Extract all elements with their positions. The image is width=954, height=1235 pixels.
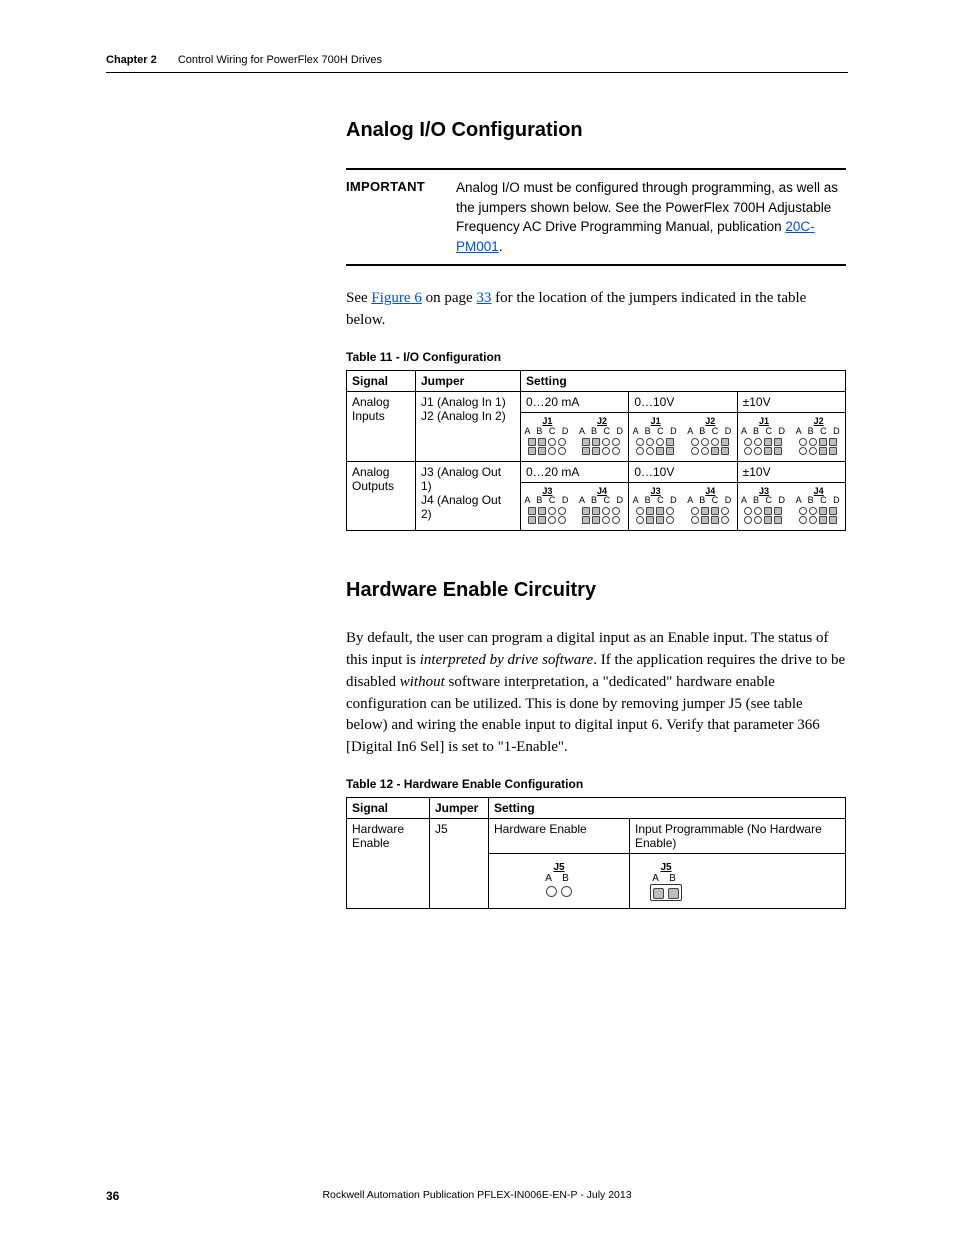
see-figure-paragraph: See Figure 6 on page 33 for the location… [346,288,846,332]
setting-pm10v-out: ±10V [737,461,845,482]
running-header: Chapter 2 Control Wiring for PowerFlex 7… [106,54,848,73]
important-text-post: . [499,239,503,254]
link-figure-6[interactable]: Figure 6 [371,290,421,306]
section-label: Control Wiring for PowerFlex 700H Drives [178,54,382,66]
heading-analog-io: Analog I/O Configuration [346,119,846,142]
table-io-configuration: Signal Jumper Setting Analog Inputs J1 (… [346,370,846,532]
jletters: A B C D [579,496,625,506]
diagram-out-pm10v: J3A B C D J4A B C D [737,482,845,531]
cell-hw-opt1: Hardware Enable [489,818,630,853]
jletters: A B C D [633,496,679,506]
setting-0-10v-out: 0…10V [629,461,737,482]
diagram-j5-removed: J5 A B [489,853,630,908]
input-jumpers-text: J1 (Analog In 1) J2 (Analog In 2) [421,395,506,423]
diagram-in-0-20ma: J1A B C D J2A B C D [521,412,629,461]
publication-line: Rockwell Automation Publication PFLEX-IN… [0,1189,954,1201]
th-setting-hw: Setting [489,797,846,818]
jletters: A B C D [687,427,733,437]
setting-0-10v: 0…10V [629,391,737,412]
th-setting: Setting [521,370,846,391]
cell-hw-signal: Hardware Enable [347,818,430,908]
analog-outputs-label: Analog Outputs [352,465,394,493]
output-jumpers-text: J3 (Analog Out 1) J4 (Analog Out 2) [421,465,501,521]
j5-label: J5 [650,862,682,873]
analog-inputs-label: Analog Inputs [352,395,389,423]
cell-analog-inputs: Analog Inputs [347,391,416,461]
see-figure-mid: on page [422,290,477,306]
setting-0-20ma: 0…20 mA [521,391,629,412]
diagram-out-0-10v: J3A B C D J4A B C D [629,482,737,531]
table12-title: Table 12 - Hardware Enable Configuration [346,777,846,791]
cell-analog-outputs: Analog Outputs [347,461,416,531]
diagram-out-0-20ma: J3A B C D J4A B C D [521,482,629,531]
page-number: 36 [106,1189,119,1203]
chapter-label: Chapter 2 [106,54,157,66]
th-signal: Signal [347,370,416,391]
setting-pm10v: ±10V [737,391,845,412]
jletters: A B C D [796,427,842,437]
j5-label: J5 [491,862,627,873]
jletters: A B C D [741,427,787,437]
diagram-j5-installed: J5 A B [630,853,846,908]
th-jumper: Jumper [416,370,521,391]
table11-title: Table 11 - I/O Configuration [346,350,846,364]
jletters: A B C D [524,496,570,506]
see-figure-pre: See [346,290,371,306]
j5-letters: A B [491,873,627,884]
important-text: Analog I/O must be configured through pr… [456,178,846,256]
important-text-pre: Analog I/O must be configured through pr… [456,180,838,234]
page-footer: 36 Rockwell Automation Publication PFLEX… [0,1189,954,1201]
th-jumper-hw: Jumper [430,797,489,818]
jletters: A B C D [633,427,679,437]
link-page-33[interactable]: 33 [476,290,491,306]
diagram-in-0-10v: J1A B C D J2A B C D [629,412,737,461]
diagram-in-pm10v: J1A B C D J2A B C D [737,412,845,461]
important-callout: IMPORTANT Analog I/O must be configured … [346,168,846,266]
jletters: A B C D [579,427,625,437]
cell-hw-jumper: J5 [430,818,489,908]
jletters: A B C D [796,496,842,506]
jletters: A B C D [524,427,570,437]
jletters: A B C D [741,496,787,506]
jletters: A B C D [687,496,733,506]
hardware-enable-paragraph: By default, the user can program a digit… [346,628,846,759]
important-label: IMPORTANT [346,178,434,256]
cell-input-jumpers: J1 (Analog In 1) J2 (Analog In 2) [416,391,521,461]
cell-output-jumpers: J3 (Analog Out 1) J4 (Analog Out 2) [416,461,521,531]
th-signal-hw: Signal [347,797,430,818]
setting-0-20ma-out: 0…20 mA [521,461,629,482]
heading-hardware-enable: Hardware Enable Circuitry [346,579,846,602]
table-hardware-enable: Signal Jumper Setting Hardware Enable J5… [346,797,846,909]
cell-hw-opt2: Input Programmable (No Hardware Enable) [630,818,846,853]
j5-letters: A B [650,873,682,884]
